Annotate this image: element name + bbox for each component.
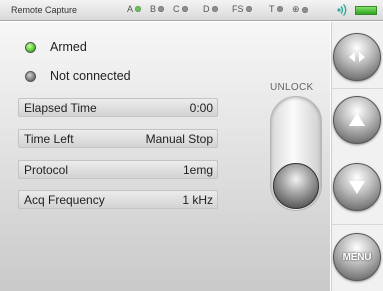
- field-label: Protocol: [24, 162, 69, 177]
- elapsed-time-field: Elapsed Time 0:00: [18, 98, 218, 117]
- acq-frequency-field: Acq Frequency 1 kHz: [18, 190, 218, 209]
- channel-t-led-icon: [276, 6, 283, 12]
- field-label: Time Left: [24, 131, 74, 146]
- channel-b-led-icon: [158, 6, 165, 12]
- armed-label: Armed: [50, 40, 87, 54]
- channel-aux-led-icon: [301, 6, 308, 13]
- field-value: 1emg: [182, 162, 213, 177]
- channel-b-indicator: B: [150, 4, 165, 14]
- channel-c-indicator: C: [173, 4, 188, 14]
- divider: [331, 224, 383, 225]
- connection-status: Not connected: [25, 69, 131, 83]
- menu-button[interactable]: MENU: [333, 233, 381, 281]
- field-value: Manual Stop: [145, 131, 213, 146]
- battery-icon: [355, 6, 377, 15]
- unlock-slider-knob[interactable]: [273, 163, 319, 209]
- menu-button-label: MENU: [342, 251, 372, 263]
- armed-status: Armed: [25, 40, 87, 54]
- arrow-down-icon: [349, 181, 365, 194]
- swap-button[interactable]: [333, 33, 381, 81]
- unlock-label: UNLOCK: [270, 82, 314, 93]
- arrow-up-icon: [349, 113, 365, 126]
- channel-fs-indicator: FS: [232, 4, 252, 14]
- field-value: 0:00: [189, 100, 213, 115]
- protocol-field: Protocol 1emg: [18, 160, 218, 179]
- connection-label: Not connected: [50, 69, 131, 83]
- channel-fs-led-icon: [245, 6, 252, 12]
- wireless-signal-icon: [336, 3, 350, 20]
- app-title: Remote Capture: [11, 5, 78, 15]
- field-label: Acq Frequency: [24, 192, 105, 207]
- field-value: 1 kHz: [182, 192, 213, 207]
- connection-indicator-icon: [25, 70, 36, 82]
- divider: [331, 88, 383, 89]
- channel-a-led-icon: [135, 6, 142, 12]
- channel-d-led-icon: [211, 6, 218, 12]
- channel-aux-indicator: ⊕: [292, 4, 308, 15]
- down-button[interactable]: [333, 163, 381, 211]
- up-button[interactable]: [333, 96, 381, 144]
- time-left-field: Time Left Manual Stop: [18, 129, 218, 148]
- swap-arrows-icon: [349, 52, 365, 62]
- channel-c-led-icon: [181, 6, 188, 12]
- channel-a-indicator: A: [127, 4, 142, 14]
- field-label: Elapsed Time: [24, 100, 97, 115]
- channel-d-indicator: D: [203, 4, 218, 14]
- channel-t-indicator: T: [269, 4, 283, 14]
- armed-indicator-icon: [25, 41, 36, 53]
- status-bar: Remote Capture A B C D FS T ⊕: [0, 0, 383, 21]
